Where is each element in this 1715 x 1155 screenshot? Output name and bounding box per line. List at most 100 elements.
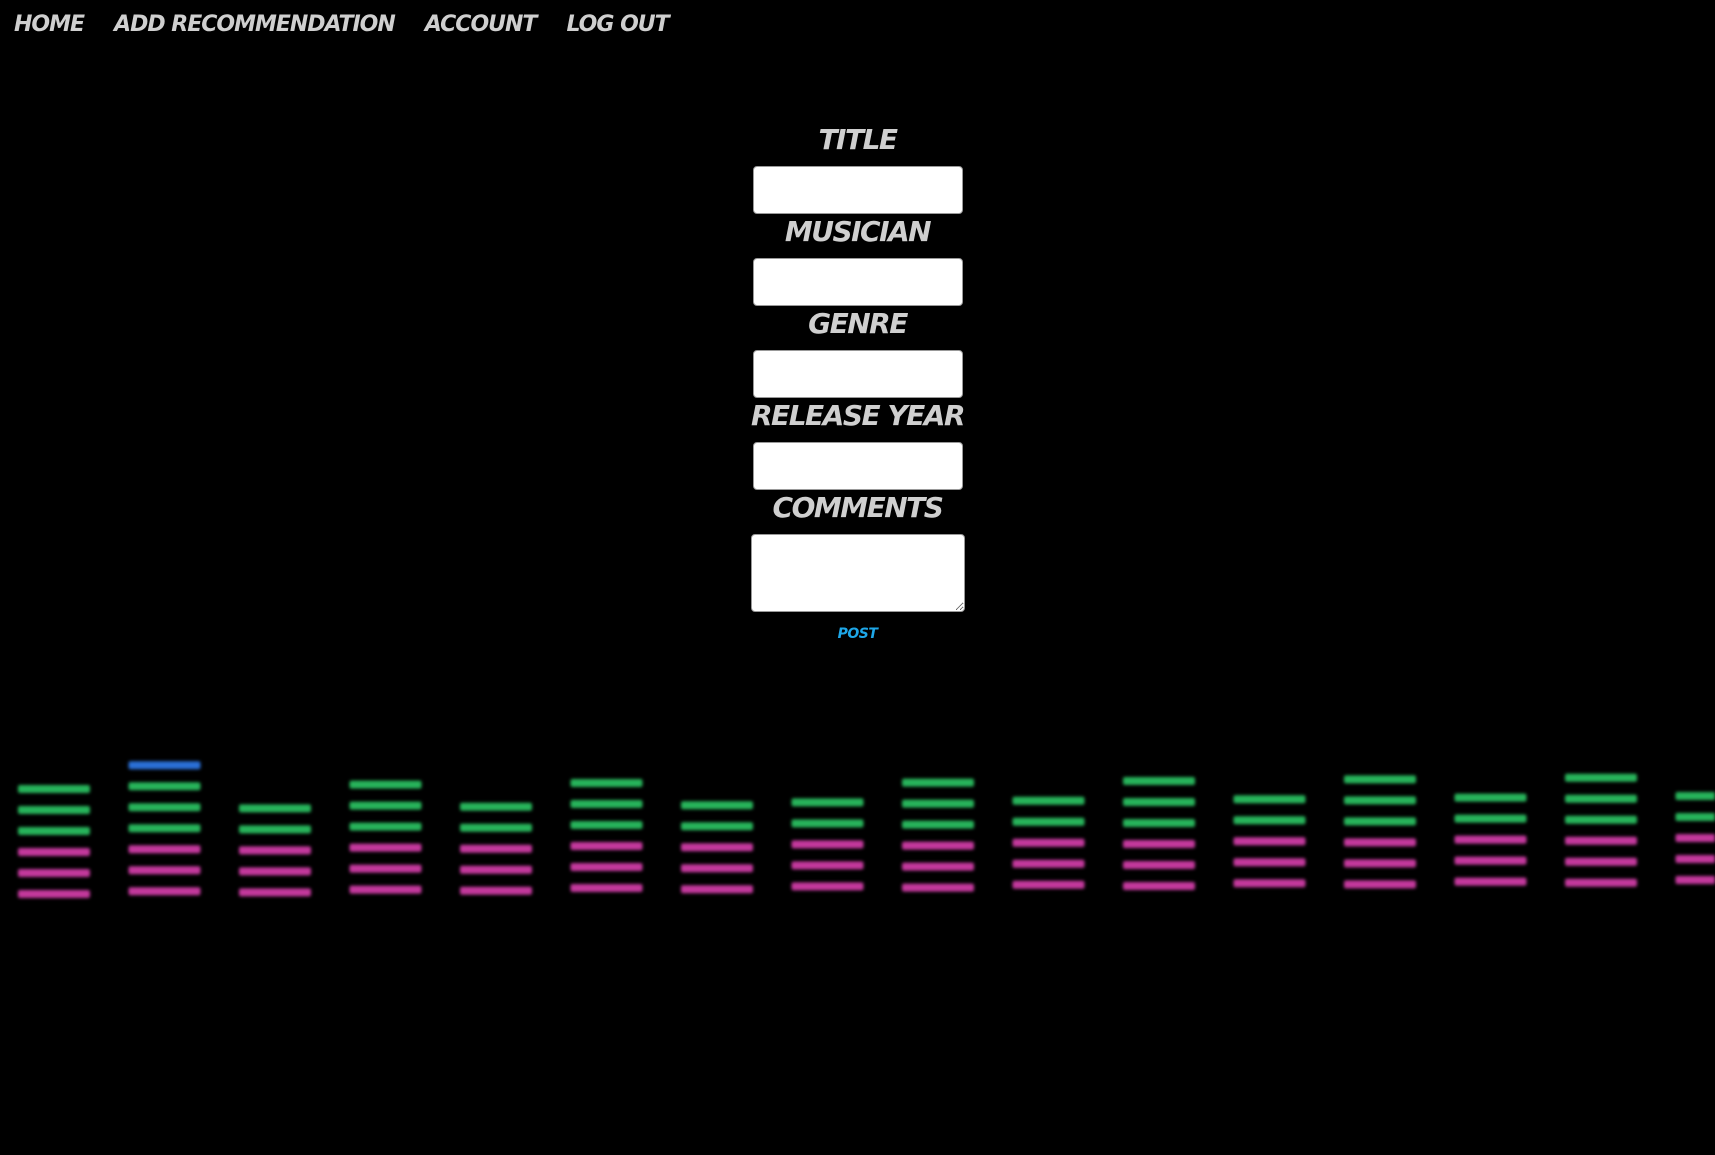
equalizer-bar: [1454, 856, 1527, 865]
equalizer-bar: [902, 778, 974, 787]
equalizer-bar: [570, 863, 643, 871]
equalizer-bar: [1233, 858, 1306, 867]
equalizer-bar: [1454, 877, 1527, 886]
equalizer-bar: [570, 800, 643, 808]
recommendation-form: TITLE MUSICIAN GENRE RELEASE YEAR COMMEN…: [0, 123, 1715, 642]
title-label: TITLE: [818, 123, 898, 156]
equalizer-bar: [349, 822, 422, 831]
equalizer-bar: [1675, 813, 1715, 821]
equalizer-bar: [18, 869, 90, 877]
equalizer-bar: [460, 886, 532, 895]
nav-logout-link[interactable]: LOG OUT: [566, 10, 669, 40]
equalizer-bar: [18, 785, 90, 793]
equalizer-bar: [1565, 836, 1637, 845]
equalizer-bar: [1233, 795, 1306, 804]
equalizer-bar: [1012, 796, 1085, 805]
genre-label: GENRE: [808, 307, 908, 340]
equalizer-bar: [1233, 879, 1306, 888]
equalizer-bar: [1565, 878, 1637, 887]
musician-input[interactable]: [752, 258, 963, 306]
nav-add-recommendation-link[interactable]: ADD RECOMMENDATION: [114, 10, 396, 40]
equalizer-bar: [128, 761, 201, 770]
equalizer-bar: [239, 888, 311, 897]
post-button[interactable]: POST: [838, 626, 878, 642]
equalizer-bar: [1123, 861, 1195, 869]
equalizer-bar: [1454, 835, 1527, 844]
comments-textarea[interactable]: [750, 534, 965, 612]
equalizer-bar: [791, 840, 864, 849]
equalizer-background: [18, 761, 1715, 898]
equalizer-bar: [1233, 816, 1306, 825]
equalizer-bar: [1344, 838, 1416, 847]
equalizer-bar: [791, 882, 864, 891]
equalizer-bar: [791, 798, 864, 807]
nav-home-link[interactable]: HOME: [14, 10, 85, 40]
top-nav: HOME ADD RECOMMENDATION ACCOUNT LOG OUT: [14, 10, 670, 40]
equalizer-bar: [902, 862, 974, 871]
equalizer-bar: [128, 845, 201, 854]
equalizer-bar: [1675, 834, 1715, 842]
equalizer-bar: [128, 866, 201, 875]
equalizer-bar: [239, 825, 311, 834]
equalizer-bar: [1565, 857, 1637, 866]
equalizer-bar: [902, 883, 974, 892]
equalizer-bar: [349, 843, 422, 852]
equalizer-bar: [681, 885, 753, 894]
equalizer-bar: [460, 802, 532, 811]
equalizer-bar: [902, 799, 974, 808]
equalizer-bar: [460, 844, 532, 853]
equalizer-bar: [349, 780, 422, 789]
equalizer-bar: [1012, 817, 1085, 826]
equalizer-bar: [239, 867, 311, 876]
equalizer-bar: [1123, 840, 1195, 848]
equalizer-bar: [1454, 793, 1527, 802]
equalizer-bar: [902, 841, 974, 850]
equalizer-bar: [1123, 882, 1195, 890]
equalizer-bar: [681, 801, 753, 810]
comments-label: COMMENTS: [772, 491, 944, 524]
equalizer-bar: [1344, 880, 1416, 889]
equalizer-bar: [791, 819, 864, 828]
equalizer-bar: [902, 820, 974, 829]
equalizer-bar: [239, 846, 311, 855]
equalizer-bar: [18, 890, 90, 898]
equalizer-bar: [349, 864, 422, 873]
equalizer-bar: [18, 848, 90, 856]
equalizer-bar: [1344, 817, 1416, 826]
equalizer-bar: [1454, 814, 1527, 823]
equalizer-bar: [681, 822, 753, 831]
equalizer-bar: [128, 824, 201, 833]
equalizer-bar: [570, 842, 643, 850]
equalizer-bar: [1123, 777, 1195, 785]
equalizer-bar: [1675, 792, 1715, 800]
musician-label: MUSICIAN: [784, 215, 932, 248]
equalizer-bar: [1565, 794, 1637, 803]
equalizer-bar: [239, 804, 311, 813]
nav-account-link[interactable]: ACCOUNT: [425, 10, 538, 40]
equalizer-bar: [570, 884, 643, 892]
equalizer-bar: [1565, 815, 1637, 824]
equalizer-bar: [349, 801, 422, 810]
title-input[interactable]: [752, 166, 963, 214]
equalizer-bar: [460, 823, 532, 832]
equalizer-bar: [128, 803, 201, 812]
equalizer-bar: [791, 861, 864, 870]
equalizer-bar: [1344, 859, 1416, 868]
equalizer-bar: [1565, 773, 1637, 782]
equalizer-bar: [570, 779, 643, 787]
release-year-label: RELEASE YEAR: [751, 399, 966, 432]
equalizer-bar: [681, 843, 753, 852]
equalizer-bar: [1675, 876, 1715, 884]
equalizer-bar: [1123, 798, 1195, 806]
equalizer-bar: [1344, 796, 1416, 805]
equalizer-bar: [1344, 775, 1416, 784]
equalizer-bar: [18, 806, 90, 814]
equalizer-bar: [18, 827, 90, 835]
equalizer-bar: [1675, 855, 1715, 863]
release-year-input[interactable]: [752, 442, 963, 490]
equalizer-bar: [1012, 880, 1085, 889]
equalizer-bar: [1012, 838, 1085, 847]
equalizer-bar: [128, 887, 201, 896]
genre-input[interactable]: [752, 350, 963, 398]
equalizer-bar: [1233, 837, 1306, 846]
